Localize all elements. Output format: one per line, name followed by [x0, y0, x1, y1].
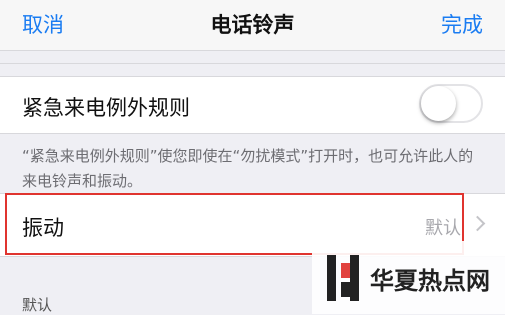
chevron-right-icon — [469, 215, 486, 232]
emergency-bypass-toggle[interactable] — [419, 84, 483, 123]
section-header: 默认 — [22, 296, 53, 314]
emergency-bypass-label: 紧急来电例外规则 — [22, 96, 190, 120]
emergency-bypass-footnote: “紧急来电例外规则”使您即使在“勿扰模式”打开时，也可允许此人的来电铃声和振动。 — [22, 147, 474, 190]
done-button[interactable]: 完成 — [441, 9, 483, 39]
watermark-text: 华夏热点网 — [370, 267, 490, 295]
page-title: 电话铃声 — [210, 13, 295, 37]
emergency-bypass-row: 紧急来电例外规则 — [0, 76, 505, 134]
watermark: 华夏热点网 — [312, 241, 505, 314]
toggle-knob — [421, 86, 456, 121]
divider — [0, 63, 505, 64]
watermark-logo-icon — [327, 255, 359, 301]
navigation-bar: 取消 电话铃声 完成 — [0, 0, 505, 51]
